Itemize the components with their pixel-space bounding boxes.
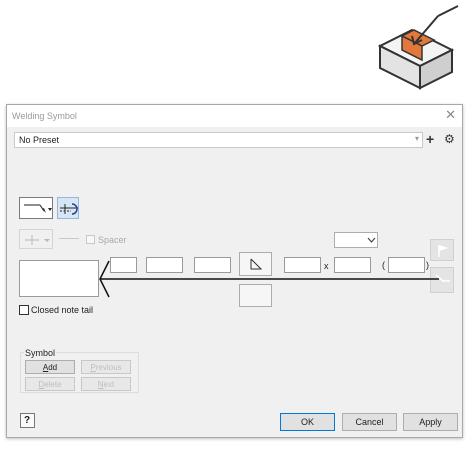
spacer-checkbox[interactable] [86,235,95,244]
chevron-down-icon: ▾ [414,134,419,143]
identification-line-icon [60,203,78,215]
flag-icon [438,245,448,257]
other-side-symbol-icon [25,235,50,245]
chevron-down-icon [367,237,376,243]
divider [59,238,79,239]
spacer-label: Spacer [98,235,127,245]
close-icon[interactable]: ✕ [445,107,456,123]
prefix-field[interactable] [110,257,137,273]
size-field[interactable] [146,257,183,273]
pitch-field[interactable] [388,257,425,273]
paren-close: ) [426,260,429,270]
window-title: Welding Symbol [12,111,77,121]
fillet-weld-icon [250,258,263,270]
previous-button[interactable]: Previous [81,360,131,374]
preset-combo[interactable]: No Preset ▾ [14,132,423,148]
x-separator: x [324,261,329,271]
contour-dropdown[interactable] [334,232,378,248]
leader-arrow-button[interactable] [19,197,53,219]
identification-line-button[interactable] [57,197,79,219]
title-bar: Welding Symbol ✕ [7,105,462,127]
leader-arrow-icon [24,204,52,213]
closed-note-tail-label: Closed note tail [31,305,94,315]
cancel-button[interactable]: Cancel [342,413,397,431]
count-field[interactable] [334,257,371,273]
help-icon: ? [24,415,31,426]
other-side-symbol-button[interactable] [19,229,53,249]
paren-open: ( [382,260,385,270]
next-button[interactable]: Next [81,377,131,391]
weld-symbol-button[interactable] [239,252,272,276]
welding-symbol-dialog: Welding Symbol ✕ No Preset ▾ + ⚙ Spacer … [6,104,463,438]
gear-icon[interactable]: ⚙ [444,132,455,146]
delete-button[interactable]: Delete [25,377,75,391]
weld-feature-icon [376,2,468,94]
note-textbox[interactable] [19,260,99,297]
help-button[interactable]: ? [20,413,35,428]
add-button[interactable]: Add [25,360,75,374]
apply-button[interactable]: Apply [403,413,458,431]
symbol-group-title: Symbol [24,348,57,358]
preset-value: No Preset [19,135,60,145]
plus-icon[interactable]: + [426,131,434,147]
other-side-weld-button[interactable] [239,284,272,307]
closed-note-tail-checkbox[interactable] [19,305,29,315]
depth-field[interactable] [194,257,231,273]
length-field[interactable] [284,257,321,273]
ok-button[interactable]: OK [280,413,335,431]
